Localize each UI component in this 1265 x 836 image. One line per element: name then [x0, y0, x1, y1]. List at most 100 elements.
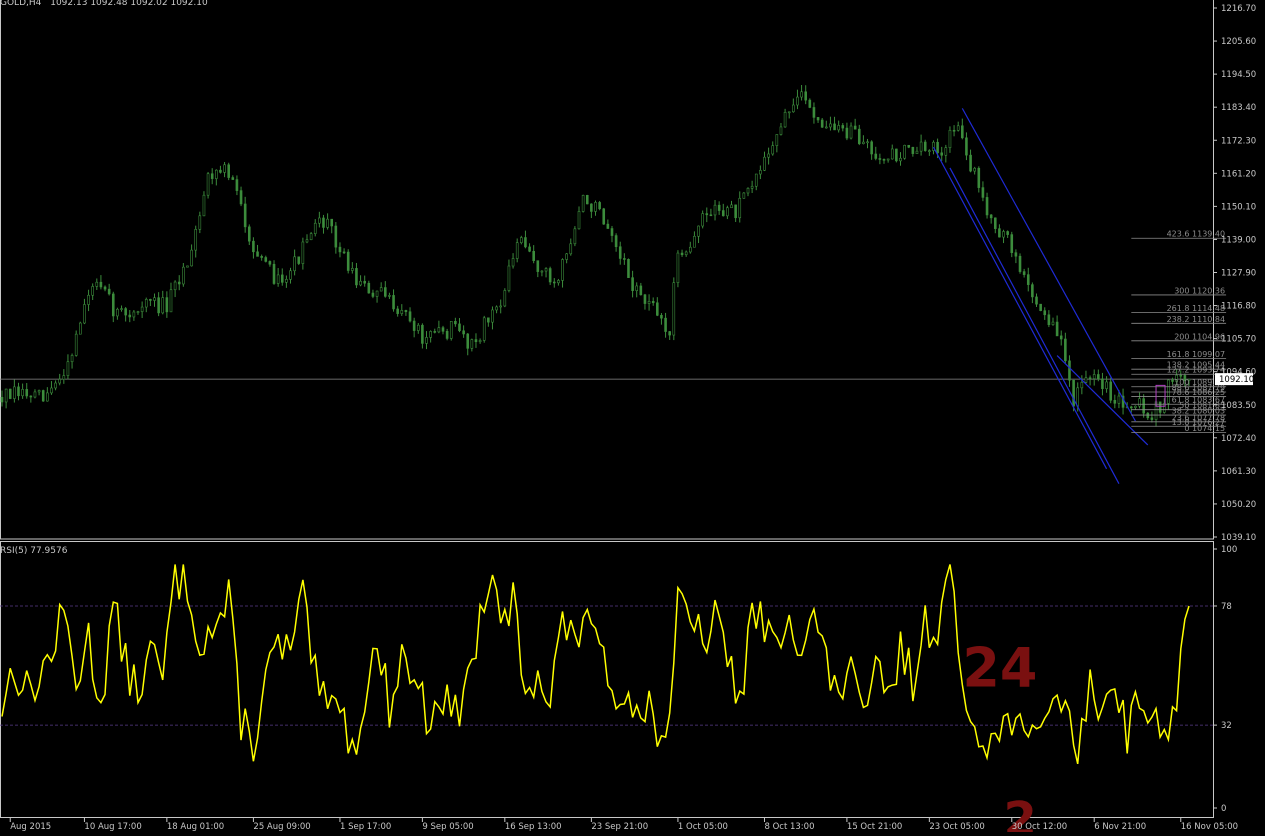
candle-body	[182, 266, 185, 285]
candle-body	[528, 246, 531, 252]
candle-body	[874, 153, 878, 159]
chart-canvas[interactable]: 423.6 1139.40300 1120.36261.8 1114.48238…	[0, 0, 1265, 836]
candle-body	[532, 250, 535, 261]
candle-body	[783, 112, 787, 128]
candle-body	[276, 274, 280, 284]
candle-body	[1018, 255, 1022, 272]
candle-body	[796, 96, 799, 106]
candle-body	[289, 270, 292, 280]
candle-body	[998, 228, 1001, 238]
candle-body	[623, 258, 626, 260]
candle-body	[1109, 381, 1112, 401]
time-tick-label: 10 Aug 17:00	[84, 822, 141, 832]
candle-body	[890, 148, 894, 160]
candle-body	[272, 263, 276, 284]
candle-body	[857, 128, 861, 144]
candle-body	[742, 192, 746, 199]
candle-body	[878, 158, 882, 160]
candle-body	[388, 295, 391, 297]
fib-level-label: 0 1074.15	[1184, 424, 1225, 433]
candle-body	[478, 340, 482, 343]
candle-body	[606, 223, 610, 229]
candle-body	[1138, 398, 1141, 407]
candle-body	[965, 137, 968, 156]
candle-body	[911, 146, 915, 154]
candle-body	[1129, 406, 1133, 409]
candle-body	[268, 261, 272, 265]
candle-body	[458, 323, 461, 332]
candle-body	[631, 277, 634, 291]
candle-body	[144, 299, 148, 308]
fib-level-label: 161.8 1099.07	[1167, 350, 1226, 359]
time-tick-label: 30 Oct 12:00	[1012, 822, 1067, 832]
candle-body	[833, 123, 836, 131]
candle-body	[936, 141, 939, 154]
candle-body	[83, 304, 86, 324]
candle-body	[243, 203, 247, 228]
candle-body	[721, 210, 725, 217]
candle-body	[1076, 387, 1080, 407]
candle-body	[697, 225, 700, 237]
candle-body	[322, 217, 325, 228]
candle-body	[763, 156, 766, 171]
chart-title-bar: GOLD,H4 1092.13 1092.48 1092.02 1092.10	[0, 0, 208, 8]
candle-body	[252, 240, 255, 253]
candle-body	[1064, 338, 1067, 362]
price-tick-label: 1039.10	[1221, 533, 1256, 543]
candle-body	[557, 280, 560, 284]
candle-body	[149, 299, 152, 301]
fib-level-label: 423.6 1139.40	[1167, 230, 1226, 239]
time-tick-label: 6 Nov 21:00	[1094, 822, 1146, 832]
candle-body	[961, 125, 964, 139]
candle-body	[375, 290, 379, 297]
candle-body	[495, 306, 498, 311]
price-tick-label: 1205.60	[1221, 37, 1256, 47]
candle-body	[499, 305, 503, 308]
candle-body	[680, 252, 684, 256]
candle-body	[940, 152, 944, 156]
candle-body	[746, 187, 750, 194]
candle-body	[1134, 405, 1137, 408]
time-tick-label: 9 Sep 05:00	[422, 822, 473, 832]
candle-body	[948, 129, 952, 148]
candle-body	[1047, 314, 1051, 325]
candle-body	[664, 317, 667, 332]
candle-body	[511, 258, 515, 267]
candle-body	[79, 322, 82, 335]
candle-body	[981, 187, 985, 198]
candle-body	[136, 311, 140, 313]
candle-body	[487, 317, 490, 323]
candle-body	[1002, 231, 1005, 238]
candle-body	[326, 218, 329, 228]
candle-body	[219, 169, 222, 173]
candle-body	[581, 194, 585, 212]
candle-body	[1150, 417, 1154, 420]
candle-body	[845, 127, 849, 139]
candle-body	[610, 228, 614, 236]
candle-body	[161, 297, 165, 314]
candle-body	[540, 270, 544, 273]
candle-body	[371, 292, 375, 297]
candle-body	[355, 268, 358, 286]
candle-body	[169, 289, 173, 313]
price-tick-label: 1116.80	[1221, 302, 1256, 312]
candle-body	[400, 310, 404, 314]
candle-body	[767, 153, 770, 158]
candle-body	[235, 179, 239, 191]
candle-body	[466, 333, 470, 349]
candle-body	[1035, 296, 1038, 305]
candle-body	[750, 185, 754, 189]
candle-body	[688, 246, 692, 253]
candle-body	[759, 170, 762, 175]
candle-body	[1072, 379, 1075, 407]
candle-body	[1068, 360, 1071, 381]
candle-body	[614, 235, 618, 248]
candle-body	[29, 395, 33, 398]
candle-body	[190, 249, 193, 267]
candle-body	[293, 256, 296, 272]
candle-body	[441, 327, 445, 332]
candle-body	[231, 177, 235, 180]
candle-body	[977, 167, 981, 188]
fib-level-label: 300 1120.36	[1174, 286, 1225, 295]
price-tick-label: 1194.50	[1221, 70, 1256, 80]
